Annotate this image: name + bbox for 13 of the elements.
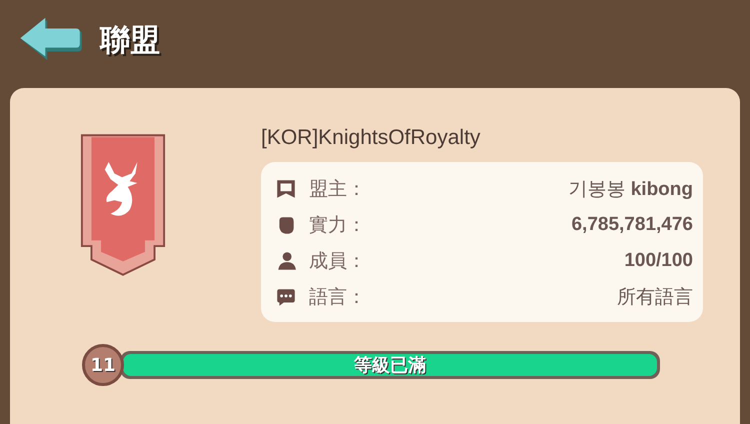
info-label: 語言： bbox=[309, 285, 366, 310]
info-value: 6,785,781,476 bbox=[571, 214, 693, 236]
info-label: 實力： bbox=[309, 213, 366, 238]
info-label: 盟主： bbox=[309, 177, 366, 202]
progress-label: 等級已滿 bbox=[352, 354, 427, 378]
alliance-name: [KOR]KnightsOfRoyalty bbox=[261, 125, 482, 150]
banner-icon bbox=[275, 178, 297, 200]
info-value: 기봉봉 kibong bbox=[568, 178, 693, 202]
level-badge: 11 bbox=[82, 344, 124, 386]
page-title: 聯盟 bbox=[100, 22, 160, 60]
info-value: 所有語言 bbox=[617, 286, 693, 310]
info-label: 成員： bbox=[309, 249, 366, 274]
info-value: 100/100 bbox=[624, 250, 693, 272]
